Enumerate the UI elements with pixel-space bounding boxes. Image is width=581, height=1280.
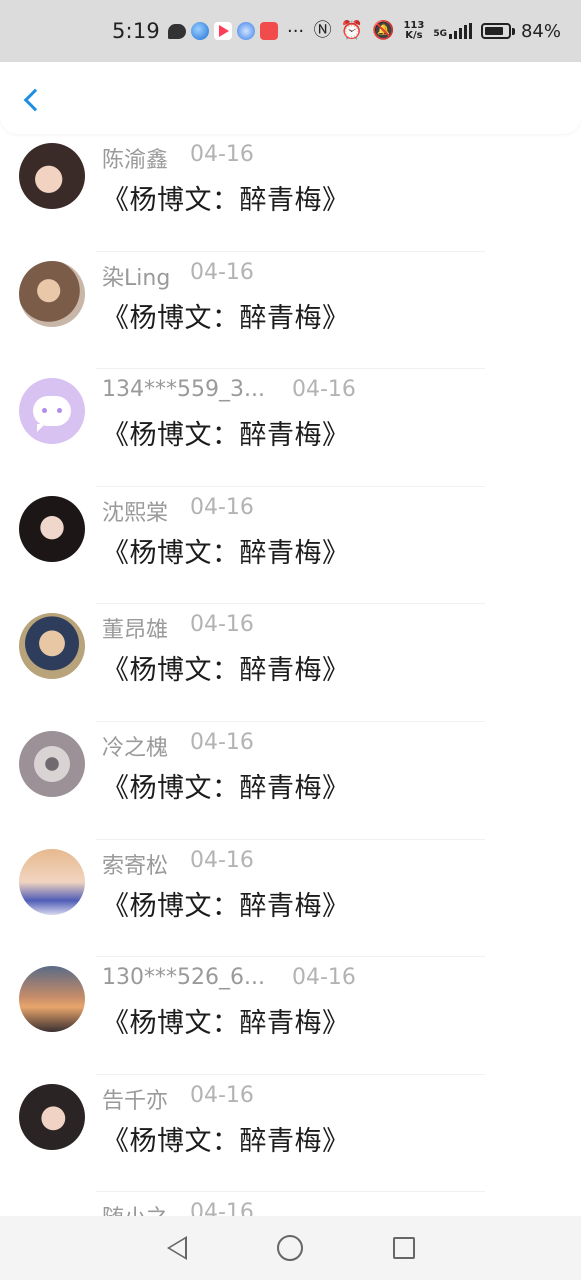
item-date: 04-16 [190, 1200, 254, 1216]
list-item[interactable]: 告千亦 04-16 《杨博文：醉青梅》 [0, 1075, 581, 1193]
avatar[interactable] [19, 260, 85, 327]
chevron-left-icon [23, 88, 47, 112]
avatar[interactable] [19, 378, 85, 445]
item-message[interactable]: 《杨博文：醉青梅》 [102, 296, 350, 335]
nfc-icon: Ⓝ [313, 20, 332, 41]
list-item[interactable]: 董昂雄 04-16 《杨博文：醉青梅》 [0, 604, 581, 722]
list-item[interactable]: 陈渝鑫 04-16 《杨博文：醉青梅》 [0, 134, 581, 252]
item-date: 04-16 [190, 612, 254, 638]
status-bar: 5:19 ··· Ⓝ ⏰ 🔕 113 K/s 5G 84% [0, 0, 581, 62]
notification-icons: ··· [167, 20, 305, 42]
app-notification-icon [259, 22, 278, 40]
nav-back-button[interactable] [153, 1224, 201, 1272]
item-date: 04-16 [190, 1082, 254, 1108]
user-name[interactable]: 董昂雄 [102, 612, 168, 644]
list-item[interactable]: 索寄松 04-16 《杨博文：醉青梅》 [0, 840, 581, 958]
user-name[interactable]: 冷之槐 [102, 730, 168, 762]
status-time: 5:19 [112, 19, 160, 43]
item-date: 04-16 [190, 259, 254, 285]
status-right: Ⓝ ⏰ 🔕 113 K/s 5G 84% [314, 21, 561, 42]
user-name[interactable]: 染Ling [102, 260, 170, 292]
item-message[interactable]: 《杨博文：醉青梅》 [102, 1001, 350, 1040]
user-name[interactable]: 陈渝鑫 [102, 142, 168, 174]
item-date: 04-16 [190, 847, 254, 873]
app-header [0, 62, 581, 134]
chat-notification-icon [167, 23, 186, 39]
comment-list[interactable]: 陈渝鑫 04-16 《杨博文：醉青梅》 染Ling 04-16 《杨博文：醉青梅… [0, 134, 581, 1216]
user-name[interactable]: 随小之 [102, 1200, 168, 1216]
list-item[interactable]: 沈熙棠 04-16 《杨博文：醉青梅》 [0, 487, 581, 605]
list-item[interactable]: 染Ling 04-16 《杨博文：醉青梅》 [0, 252, 581, 370]
item-message[interactable]: 《杨博文：醉青梅》 [102, 531, 350, 570]
item-date: 04-16 [190, 494, 254, 520]
user-name[interactable]: 130***526_6... [102, 965, 265, 990]
item-message[interactable]: 《杨博文：醉青梅》 [102, 766, 350, 805]
user-name[interactable]: 134***559_3... [102, 377, 265, 402]
avatar[interactable] [19, 966, 85, 1033]
chat-bubble-icon [33, 396, 71, 433]
compass-notification-icon [236, 22, 255, 40]
screen: 5:19 ··· Ⓝ ⏰ 🔕 113 K/s 5G 84% 陈渝鑫 04-16 … [0, 0, 581, 1280]
video-notification-icon [213, 22, 232, 40]
back-button[interactable] [16, 82, 48, 118]
list-item[interactable]: 随小之 04-16 [0, 1192, 581, 1216]
user-name[interactable]: 索寄松 [102, 848, 168, 880]
item-message[interactable]: 《杨博文：醉青梅》 [102, 413, 350, 452]
avatar[interactable] [19, 1083, 85, 1150]
circle-home-icon [277, 1235, 304, 1261]
list-item[interactable]: 130***526_6... 04-16 《杨博文：醉青梅》 [0, 957, 581, 1075]
network-speed-unit: K/s [405, 30, 423, 41]
network-speed: 113 K/s [403, 21, 424, 41]
item-date: 04-16 [190, 142, 254, 167]
battery-percent: 84% [520, 20, 561, 42]
battery-fill [484, 27, 504, 35]
signal-icon [448, 23, 472, 39]
item-message[interactable]: 《杨博文：醉青梅》 [102, 178, 350, 217]
mute-icon: 🔕 [372, 20, 395, 41]
item-date: 04-16 [190, 729, 254, 755]
network-type: 5G [433, 29, 447, 39]
item-message[interactable]: 《杨博文：醉青梅》 [102, 648, 350, 687]
nav-recents-button[interactable] [380, 1224, 428, 1272]
triangle-back-icon [166, 1236, 187, 1260]
avatar[interactable] [19, 613, 85, 680]
avatar[interactable] [19, 730, 85, 797]
item-message[interactable]: 《杨博文：醉青梅》 [102, 884, 350, 923]
more-notifications-icon: ··· [286, 20, 305, 42]
system-nav-bar [0, 1216, 581, 1280]
item-date: 04-16 [292, 377, 356, 403]
user-name[interactable]: 沈熙棠 [102, 495, 168, 527]
browser-notification-icon [190, 22, 209, 40]
list-item[interactable]: 134***559_3... 04-16 《杨博文：醉青梅》 [0, 369, 581, 487]
user-name[interactable]: 告千亦 [102, 1083, 168, 1115]
alarm-icon: ⏰ [340, 20, 364, 41]
avatar[interactable] [19, 143, 85, 209]
battery-icon: 84% [480, 20, 561, 42]
nav-home-button[interactable] [266, 1224, 314, 1272]
item-date: 04-16 [292, 965, 356, 991]
avatar[interactable] [19, 848, 85, 915]
square-recents-icon [393, 1237, 416, 1259]
avatar[interactable] [19, 495, 85, 562]
list-item[interactable]: 冷之槐 04-16 《杨博文：醉青梅》 [0, 722, 581, 840]
item-message[interactable]: 《杨博文：醉青梅》 [102, 1119, 350, 1158]
